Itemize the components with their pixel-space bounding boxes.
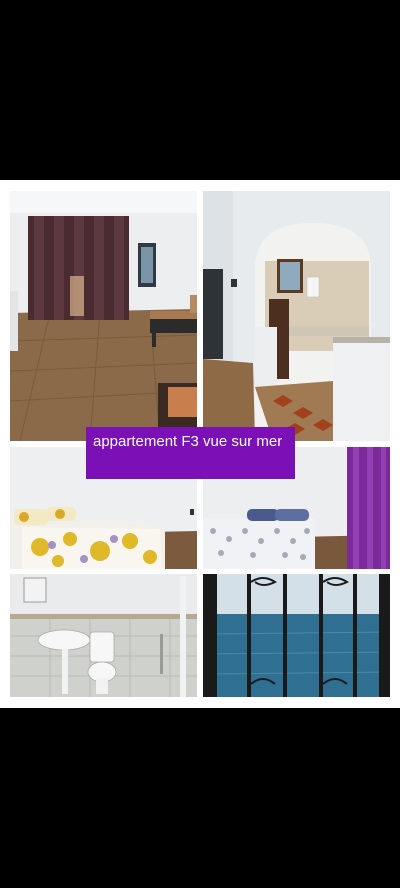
living-room-photo <box>10 191 197 441</box>
bathroom-photo <box>10 574 197 697</box>
kitchen-photo <box>203 191 390 441</box>
sea-view-photo <box>203 574 390 697</box>
listing-caption: appartement F3 vue sur mer <box>86 427 295 479</box>
collage-frame: appartement F3 vue sur mer <box>0 180 400 708</box>
